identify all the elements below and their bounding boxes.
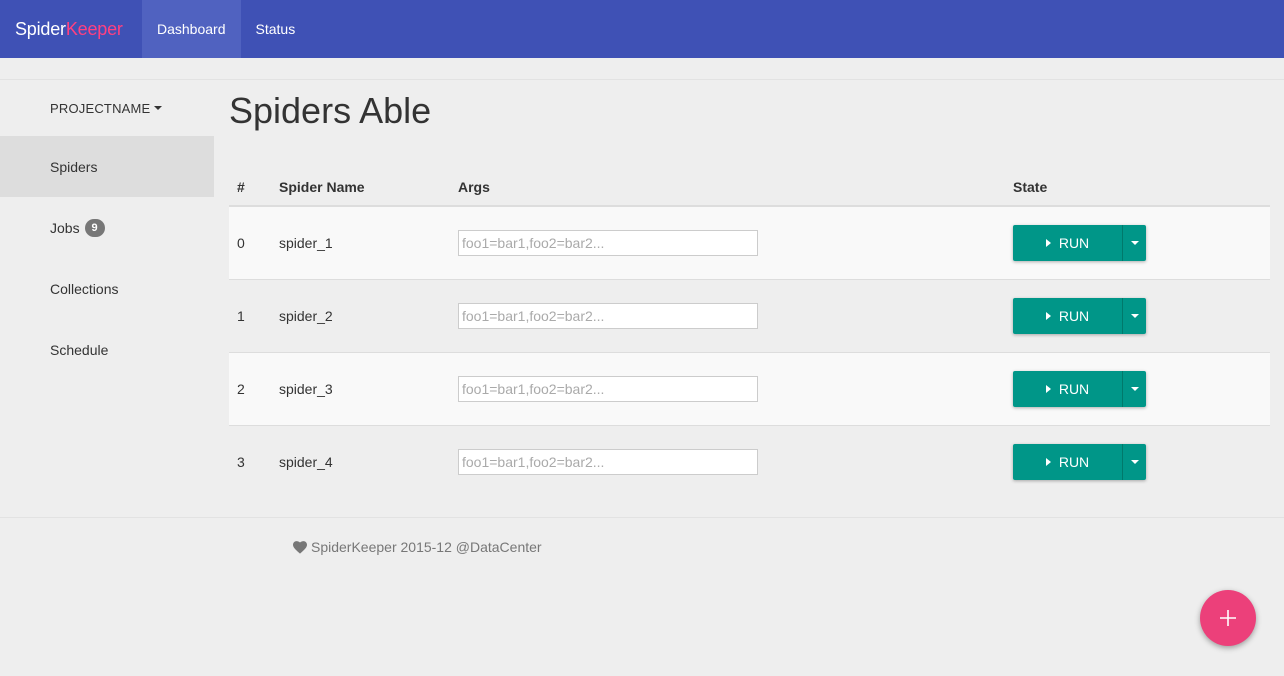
run-button-label: RUN [1058, 453, 1090, 470]
sidebar-item-label: Schedule [50, 341, 109, 358]
footer-text: SpiderKeeper 2015-12 @DataCenter [311, 539, 542, 555]
row-index: 1 [229, 278, 279, 352]
table-row: 2 spider_3 RUN [229, 351, 1270, 425]
run-button-label: RUN [1058, 307, 1090, 324]
spider-name: spider_2 [279, 278, 458, 352]
run-button-group: RUN [1013, 370, 1146, 407]
run-button-group: RUN [1013, 443, 1146, 480]
jobs-count-badge: 9 [84, 218, 105, 237]
args-input[interactable] [458, 229, 758, 256]
brand-name-part2: Keeper [65, 18, 123, 39]
table-row: 3 spider_4 RUN [229, 424, 1270, 498]
caret-down-icon [1130, 459, 1139, 464]
args-input[interactable] [458, 302, 758, 329]
project-dropdown[interactable]: PROJECTNAME [0, 80, 214, 136]
caret-down-icon [1130, 313, 1139, 318]
sidebar: PROJECTNAME Spiders Jobs 9 Collections S… [0, 80, 214, 380]
args-input[interactable] [458, 375, 758, 402]
nav-dashboard[interactable]: Dashboard [142, 0, 241, 58]
run-button-group: RUN [1013, 297, 1146, 334]
table-header-row: # Spider Name Args State [229, 168, 1270, 207]
page-title: Spiders Able [229, 90, 432, 131]
footer-divider [0, 517, 1284, 518]
sidebar-item-label: Jobs [50, 219, 80, 236]
row-index: 0 [229, 205, 279, 279]
row-index: 2 [229, 351, 279, 425]
column-header-args: Args [458, 168, 1013, 207]
sidebar-item-schedule[interactable]: Schedule [0, 319, 214, 380]
table-row: 1 spider_2 RUN [229, 278, 1270, 352]
caret-down-icon [154, 106, 163, 110]
run-button[interactable]: RUN [1013, 370, 1122, 407]
sidebar-item-label: Collections [50, 280, 119, 297]
run-button[interactable]: RUN [1013, 224, 1122, 261]
column-header-state: State [1013, 168, 1270, 207]
brand-logo[interactable]: Spider Keeper [0, 0, 142, 58]
nav-status[interactable]: Status [241, 0, 311, 58]
sidebar-item-spiders[interactable]: Spiders [0, 136, 214, 197]
spider-name: spider_1 [279, 205, 458, 279]
heart-icon [293, 540, 307, 554]
project-name: PROJECTNAME [50, 100, 151, 116]
plus-icon [1220, 610, 1236, 626]
run-options-dropdown-toggle[interactable] [1122, 443, 1146, 480]
spider-name: spider_4 [279, 424, 458, 498]
play-icon [1045, 311, 1051, 320]
caret-down-icon [1130, 386, 1139, 391]
args-input[interactable] [458, 448, 758, 475]
sidebar-item-label: Spiders [50, 158, 98, 175]
run-button[interactable]: RUN [1013, 443, 1122, 480]
run-button[interactable]: RUN [1013, 297, 1122, 334]
sidebar-item-jobs[interactable]: Jobs 9 [0, 197, 214, 258]
caret-down-icon [1130, 240, 1139, 245]
play-icon [1045, 238, 1051, 247]
run-options-dropdown-toggle[interactable] [1122, 370, 1146, 407]
row-index: 3 [229, 424, 279, 498]
spider-name: spider_3 [279, 351, 458, 425]
brand-name-part1: Spider [15, 18, 66, 39]
run-options-dropdown-toggle[interactable] [1122, 297, 1146, 334]
play-icon [1045, 457, 1051, 466]
sidebar-item-collections[interactable]: Collections [0, 258, 214, 319]
footer: SpiderKeeper 2015-12 @DataCenter [293, 539, 542, 555]
top-navbar: Spider Keeper Dashboard Status [0, 0, 1284, 58]
add-spider-fab[interactable] [1200, 590, 1256, 646]
column-header-spider-name: Spider Name [279, 168, 458, 207]
table-row: 0 spider_1 RUN [229, 205, 1270, 279]
play-icon [1045, 384, 1051, 393]
column-header-index: # [229, 168, 279, 207]
run-button-label: RUN [1058, 380, 1090, 397]
run-options-dropdown-toggle[interactable] [1122, 224, 1146, 261]
run-button-group: RUN [1013, 224, 1146, 261]
run-button-label: RUN [1058, 234, 1090, 251]
spiders-table: # Spider Name Args State 0 spider_1 RUN [229, 168, 1270, 498]
